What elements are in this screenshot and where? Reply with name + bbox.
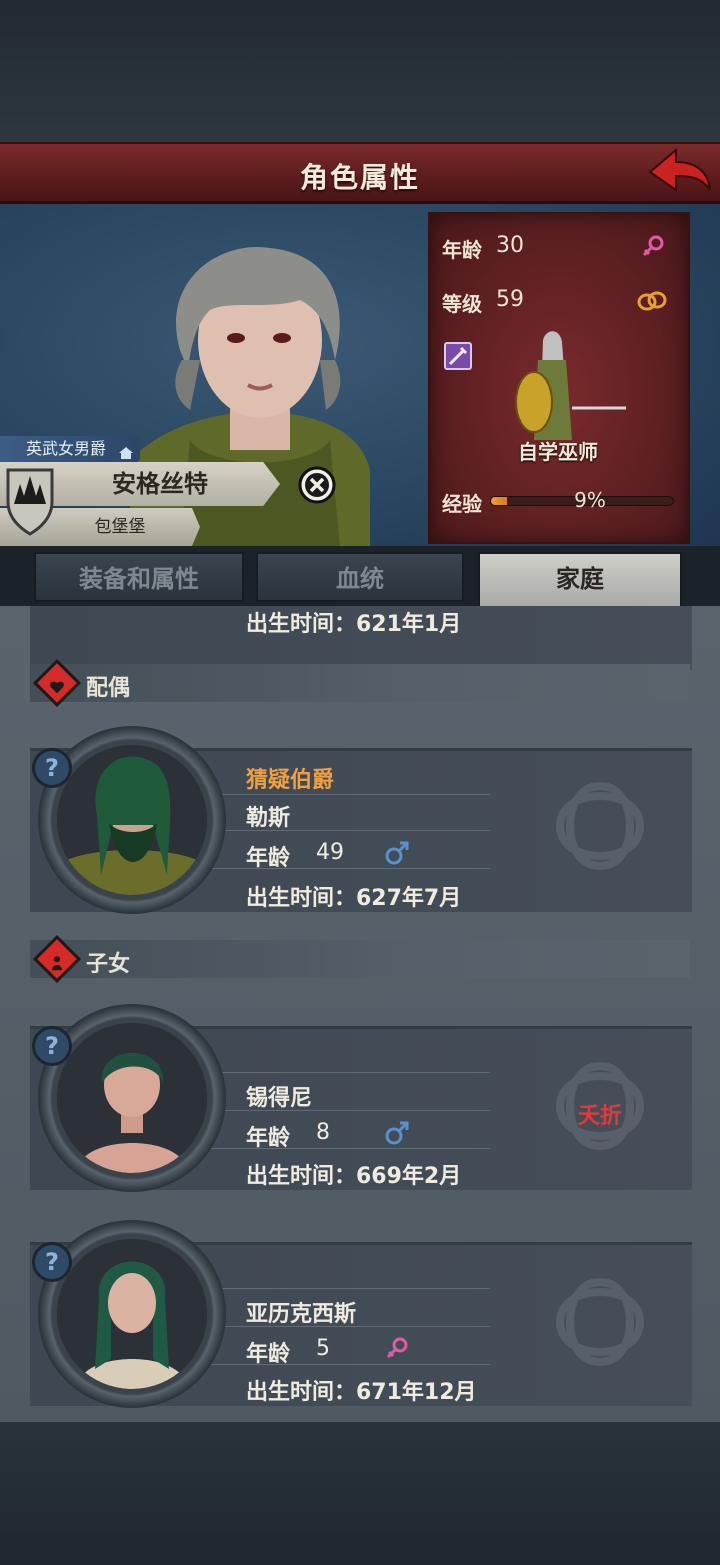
page-title: 角色属性 — [299, 161, 420, 194]
children-section-title: 子女 — [86, 952, 131, 977]
male-icon — [384, 1120, 410, 1146]
home-icon — [118, 442, 134, 459]
divider — [210, 1288, 490, 1289]
child-status: 夭折 — [578, 1104, 623, 1129]
spouse-avatar[interactable] — [57, 745, 207, 895]
child-age-label: 年龄 — [246, 1342, 291, 1367]
male-icon — [384, 840, 410, 866]
child-age: 5 — [316, 1336, 330, 1361]
child-name: 锡得尼 — [246, 1086, 313, 1111]
rank-title: 英武女男爵 — [26, 439, 107, 458]
tab-equipment[interactable]: 装备和属性 — [34, 552, 244, 602]
unknown-trait-icon[interactable]: ? — [32, 748, 72, 788]
wizard-skill-icon[interactable] — [444, 342, 472, 370]
child-birth: 出生时间：671年12月 — [246, 1380, 477, 1405]
xp-label: 经验 — [442, 492, 482, 516]
title-banner: 角色属性 — [0, 142, 720, 204]
family-content: 出生时间：621年1月 配偶 ? 猜疑伯爵 勒斯 年龄 49 出生时间：627年… — [0, 606, 720, 1422]
child-name: 亚历克西斯 — [246, 1302, 357, 1327]
spouse-name: 勒斯 — [246, 806, 291, 831]
age-label: 年龄 — [442, 238, 482, 262]
child-age: 8 — [316, 1120, 330, 1145]
knot-ornament-icon — [540, 1262, 660, 1382]
spouse-title: 猜疑伯爵 — [246, 768, 335, 793]
spouse-section-title: 配偶 — [86, 676, 131, 701]
level-label: 等级 — [442, 292, 482, 316]
age-value: 30 — [496, 233, 524, 258]
female-icon — [384, 1336, 410, 1362]
house-shield-icon — [6, 466, 54, 536]
female-icon — [640, 234, 666, 260]
character-name: 安格丝特 — [112, 470, 208, 498]
unknown-trait-icon[interactable]: ? — [32, 1242, 72, 1282]
tab-family[interactable]: 家庭 — [478, 552, 682, 608]
partial-birth: 出生时间：621年1月 — [246, 612, 462, 637]
back-arrow-icon[interactable] — [646, 146, 714, 198]
spouse-age-label: 年龄 — [246, 846, 291, 871]
xp-percent: 9% — [574, 488, 606, 512]
class-name: 自学巫师 — [518, 440, 598, 464]
spouse-birth: 出生时间：627年7月 — [246, 886, 462, 911]
child-birth: 出生时间：669年2月 — [246, 1164, 462, 1189]
divider — [210, 794, 490, 795]
tab-bloodline[interactable]: 血统 — [256, 552, 464, 602]
spouse-age: 49 — [316, 840, 344, 865]
child-avatar[interactable] — [57, 1023, 207, 1173]
knot-ornament-icon — [540, 766, 660, 886]
level-value: 59 — [496, 287, 524, 312]
holding-name: 包堡堡 — [94, 517, 146, 537]
rings-icon — [636, 288, 668, 314]
child-avatar[interactable] — [57, 1239, 207, 1389]
close-icon[interactable] — [297, 465, 337, 505]
top-background — [0, 0, 720, 142]
divider — [210, 1072, 490, 1073]
child-age-label: 年龄 — [246, 1126, 291, 1151]
bottom-background — [0, 1422, 720, 1565]
rank-title-tag: 英武女男爵 — [0, 436, 140, 462]
xp-bar-fill — [491, 497, 508, 505]
unknown-trait-icon[interactable]: ? — [32, 1026, 72, 1066]
